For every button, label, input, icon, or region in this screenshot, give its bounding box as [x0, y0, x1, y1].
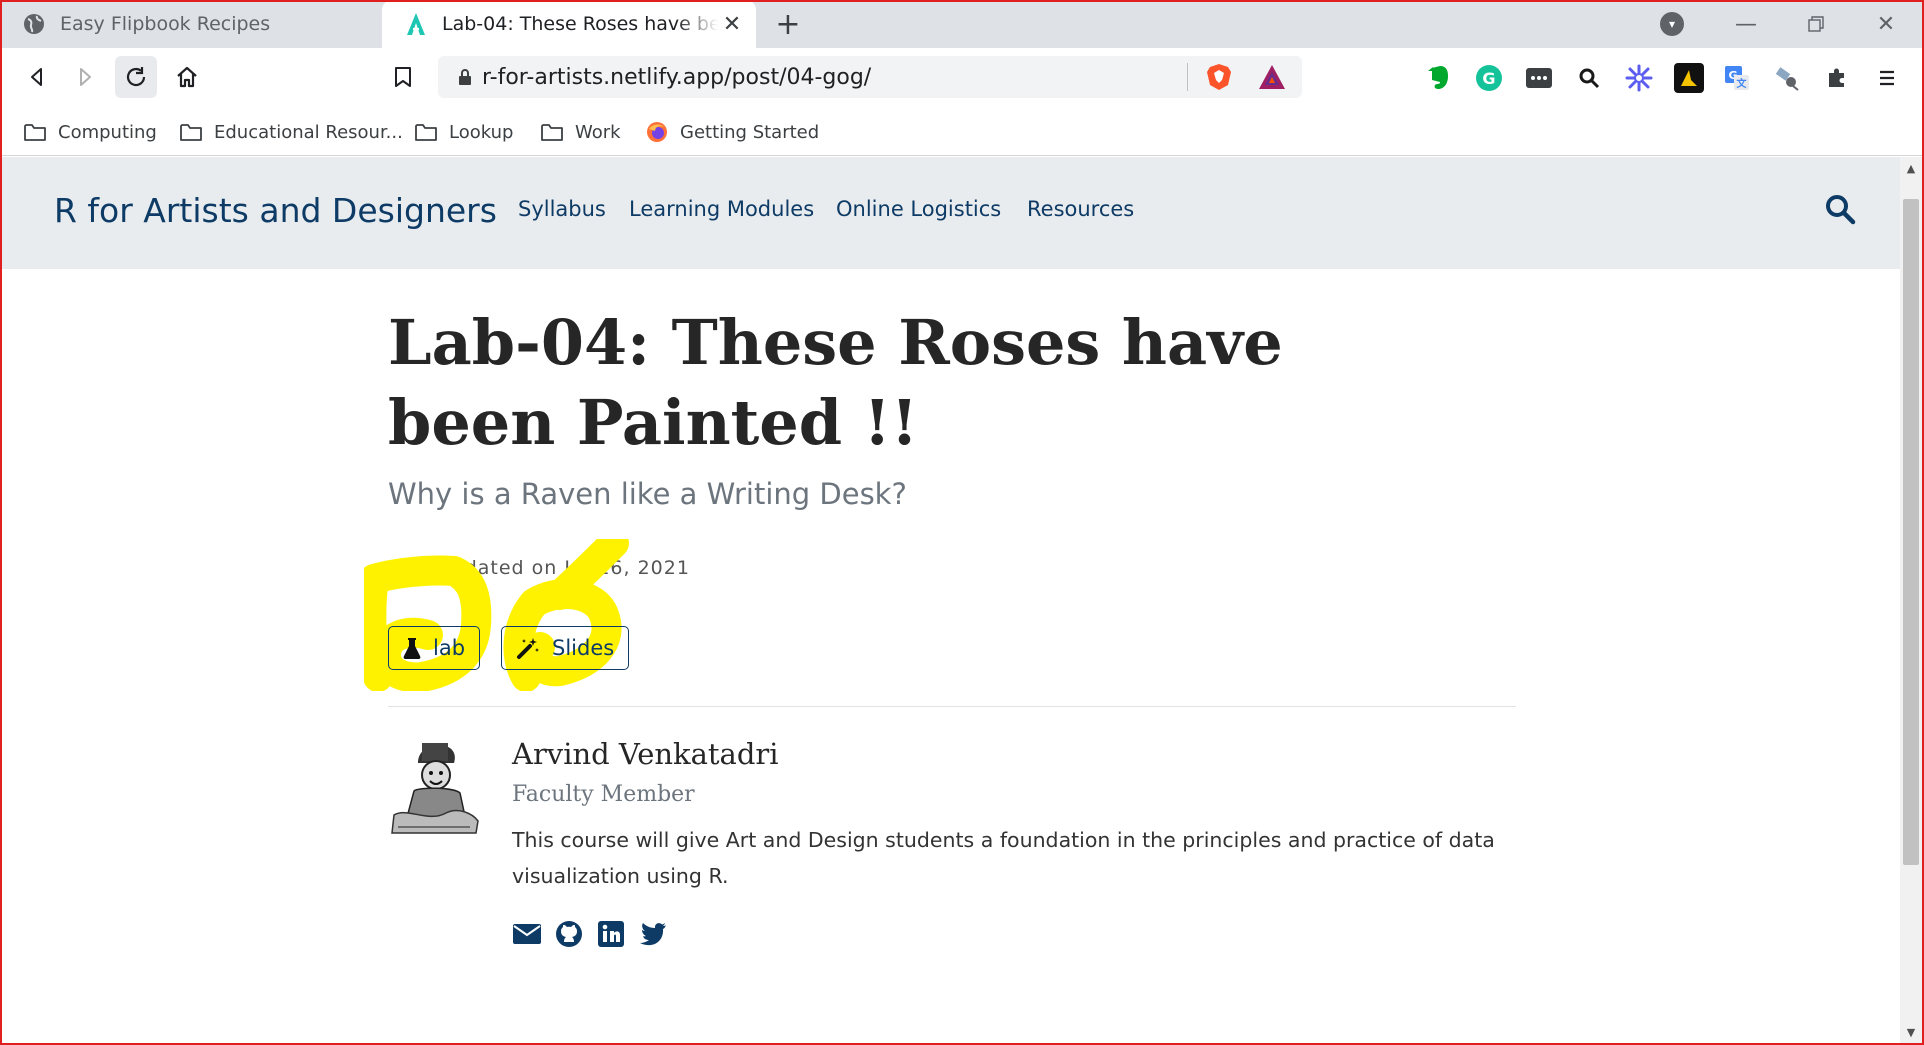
bookmark-work[interactable]: Work [541, 118, 621, 146]
nav-online-logistics[interactable]: Online Logistics [836, 197, 1001, 221]
evernote-icon[interactable] [1424, 63, 1454, 93]
bookmark-label: Computing [58, 121, 157, 143]
author-bio: This course will give Art and Design stu… [512, 828, 1495, 888]
search-ext-icon[interactable] [1574, 63, 1604, 93]
reload-button[interactable] [115, 56, 157, 98]
folder-icon [180, 124, 202, 141]
globe-icon [22, 12, 46, 36]
tab-lab-04[interactable]: Lab-04: These Roses have been Pa ✕ [382, 0, 756, 48]
bookmark-label: Getting Started [680, 121, 820, 143]
divider [388, 706, 1516, 707]
restore-button[interactable] [1796, 8, 1836, 40]
scroll-thumb[interactable] [1903, 199, 1919, 865]
bookmarks-bar: Computing Educational Resour... Lookup W… [0, 108, 1924, 156]
bookmark-label: Lookup [449, 121, 514, 143]
page-subtitle: Why is a Raven like a Writing Desk? [388, 477, 907, 511]
lock-icon [458, 69, 472, 85]
translate-icon[interactable]: G文 [1722, 63, 1752, 93]
flask-icon [403, 638, 421, 659]
browser-toolbar: r-for-artists.netlify.app/post/04-gog/ G… [0, 48, 1924, 108]
nav-syllabus[interactable]: Syllabus [518, 197, 606, 221]
twitter-icon[interactable] [638, 919, 668, 949]
lab-button[interactable]: lab [388, 626, 481, 670]
author-role: Faculty Member [512, 782, 695, 807]
envelope-icon[interactable] [512, 919, 542, 949]
bookmark-label: Educational Resour... [214, 121, 403, 143]
avatar [388, 741, 480, 837]
vector-icon[interactable] [1674, 63, 1704, 93]
url-text: r-for-artists.netlify.app/post/04-gog/ [482, 64, 872, 90]
bookmark-educational[interactable]: Educational Resour... [180, 118, 403, 146]
grammarly-icon[interactable]: G [1474, 63, 1504, 93]
menu-icon[interactable] [1872, 63, 1902, 93]
satellite-icon[interactable] [1772, 63, 1802, 93]
svg-text:G: G [1482, 69, 1495, 88]
snowflake-icon[interactable] [1624, 63, 1654, 93]
scroll-up-arrow-icon[interactable]: ▲ [1900, 157, 1922, 179]
tab-title: Lab-04: These Roses have been Pa [442, 13, 718, 35]
folder-icon [415, 124, 437, 141]
firefox-icon [647, 122, 667, 142]
home-button[interactable] [166, 56, 208, 98]
svg-text:文: 文 [1737, 77, 1748, 90]
close-tab-icon[interactable]: ✕ [718, 10, 746, 38]
tab-strip: Easy Flipbook Recipes Lab-04: These Rose… [0, 0, 1924, 48]
slides-button[interactable]: Slides [501, 626, 630, 670]
folder-icon [541, 124, 563, 141]
omnibox-divider [1187, 63, 1188, 91]
new-tab-button[interactable]: + [772, 7, 804, 42]
forward-button[interactable] [64, 56, 106, 98]
lab-button-label: lab [433, 636, 466, 660]
site-navbar: R for Artists and Designers Syllabus Lea… [2, 157, 1900, 269]
address-bar[interactable]: r-for-artists.netlify.app/post/04-gog/ [438, 56, 1302, 98]
last-updated: Last updated on Jul 16, 2021 [388, 557, 690, 579]
page-title: Lab-04: These Roses have been Painted !! [388, 306, 1283, 459]
bookmark-computing[interactable]: Computing [24, 118, 157, 146]
author-name[interactable]: Arvind Venkatadri [512, 737, 779, 771]
linkedin-icon[interactable] [596, 919, 626, 949]
nav-resources[interactable]: Resources [1027, 197, 1134, 221]
bookmark-label: Work [575, 121, 621, 143]
minimize-button[interactable]: — [1726, 8, 1766, 40]
slides-button-label: Slides [552, 636, 615, 660]
site-brand-link[interactable]: R for Artists and Designers [54, 191, 497, 230]
brave-shields-icon[interactable] [1206, 63, 1232, 91]
close-window-button[interactable]: ✕ [1866, 8, 1906, 40]
nav-learning-modules[interactable]: Learning Modules [629, 197, 814, 221]
puzzle-icon[interactable] [1822, 63, 1852, 93]
bookmark-getting-started[interactable]: Getting Started [646, 118, 819, 146]
password-icon[interactable] [1524, 63, 1554, 93]
bookmark-page-button[interactable] [382, 56, 424, 98]
site-a-icon [404, 12, 428, 36]
bookmark-lookup[interactable]: Lookup [415, 118, 513, 146]
brave-rewards-icon[interactable] [1258, 64, 1286, 90]
tab-search-icon[interactable]: ▾ [1660, 12, 1684, 36]
tab-title: Easy Flipbook Recipes [60, 13, 271, 35]
search-icon[interactable] [1824, 193, 1860, 229]
back-button[interactable] [16, 56, 58, 98]
github-icon[interactable] [554, 919, 584, 949]
vertical-scrollbar[interactable]: ▲ ▼ [1900, 157, 1922, 1043]
tab-easy-flipbook[interactable]: Easy Flipbook Recipes [0, 0, 380, 48]
magic-wand-icon [517, 638, 539, 659]
page-viewport: R for Artists and Designers Syllabus Lea… [2, 157, 1900, 1043]
scroll-down-arrow-icon[interactable]: ▼ [1900, 1021, 1922, 1043]
folder-icon [24, 124, 46, 141]
